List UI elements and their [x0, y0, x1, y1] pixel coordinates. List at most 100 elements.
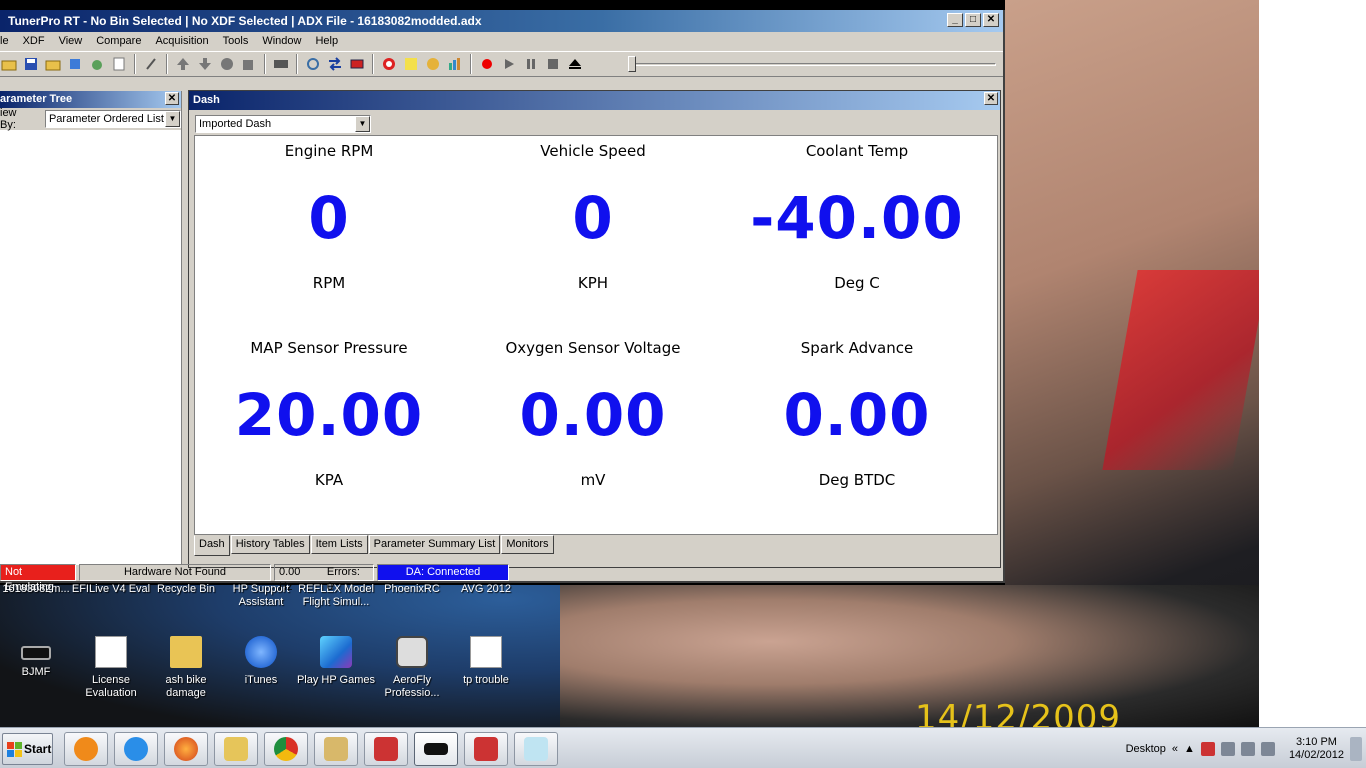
clock[interactable]: 3:10 PM 14/02/2012: [1289, 736, 1344, 762]
note-icon[interactable]: [402, 55, 420, 73]
save-icon[interactable]: [22, 55, 40, 73]
battery-icon[interactable]: [1240, 741, 1255, 756]
gauge-map-sensor-pressure: MAP Sensor Pressure 20.00 KPA: [197, 339, 461, 489]
play-icon[interactable]: [500, 55, 518, 73]
close-button[interactable]: ✕: [983, 13, 999, 27]
tab-dash[interactable]: Dash: [194, 535, 230, 556]
arrow-down-icon[interactable]: [196, 55, 214, 73]
menu-tools[interactable]: Tools: [216, 32, 256, 51]
view-by-select[interactable]: Parameter Ordered List ▼: [44, 110, 181, 128]
menu-acquisition[interactable]: Acquisition: [148, 32, 215, 51]
menu-help[interactable]: Help: [308, 32, 345, 51]
circle-icon[interactable]: [218, 55, 236, 73]
settings-icon[interactable]: [304, 55, 322, 73]
photo-viewer-icon[interactable]: [314, 732, 358, 766]
chevron-up-icon[interactable]: «: [1172, 743, 1178, 755]
tab-item-lists[interactable]: Item Lists: [310, 535, 368, 554]
desktop-icon-play-hp-games[interactable]: Play HP Games: [296, 636, 376, 687]
error-count: Errors: 0: [326, 565, 360, 593]
compare-icon[interactable]: [88, 55, 106, 73]
gauge-label: Coolant Temp: [805, 142, 909, 160]
tunerpro-icon[interactable]: [414, 732, 458, 766]
chart-icon[interactable]: [446, 55, 464, 73]
dashboard-icon[interactable]: [424, 55, 442, 73]
menu-xdf[interactable]: XDF: [16, 32, 52, 51]
chevron-down-icon[interactable]: ▼: [355, 116, 370, 132]
toolbox-icon[interactable]: [364, 732, 408, 766]
desktop-icon-aerofly[interactable]: AeroFly Professio...: [372, 636, 452, 700]
desktop-icon-itunes[interactable]: iTunes: [221, 636, 301, 687]
dash-selector[interactable]: Imported Dash ▼: [195, 115, 371, 133]
tab-history-tables[interactable]: History Tables: [230, 535, 310, 554]
show-hidden-icons-icon[interactable]: ▲: [1184, 743, 1195, 755]
window-title: TunerPro RT - No Bin Selected | No XDF S…: [8, 14, 482, 28]
desktop-icon-label[interactable]: AVG 2012: [446, 583, 526, 596]
desktop-toolbar-label[interactable]: Desktop: [1126, 743, 1166, 755]
document-icon: [95, 636, 127, 668]
toolbox2-icon[interactable]: [464, 732, 508, 766]
show-desktop-button[interactable]: [1350, 736, 1362, 761]
close-icon[interactable]: ✕: [165, 92, 179, 105]
chevron-down-icon[interactable]: ▼: [165, 111, 180, 127]
parameter-tree-panel: arameter Tree ✕ iew By: Parameter Ordere…: [0, 91, 182, 565]
action-center-icon[interactable]: [1200, 741, 1215, 756]
menu-view[interactable]: View: [52, 32, 90, 51]
gauge-icon[interactable]: [380, 55, 398, 73]
menu-file[interactable]: le: [0, 32, 16, 51]
media-player-icon[interactable]: [64, 732, 108, 766]
desktop-icon-license-evaluation[interactable]: License Evaluation: [71, 636, 151, 700]
desktop-icon-label[interactable]: PhoenixRC: [372, 583, 452, 596]
arrow-up-icon[interactable]: [174, 55, 192, 73]
desktop-icon-tp-trouble[interactable]: tp trouble: [446, 636, 526, 687]
hardware-icon[interactable]: [348, 55, 366, 73]
desktop-icon-ash-bike-damage[interactable]: ash bike damage: [146, 636, 226, 700]
dash-titlebar[interactable]: Dash ✕: [189, 91, 1000, 110]
emulator-icon[interactable]: [272, 55, 290, 73]
menu-compare[interactable]: Compare: [89, 32, 148, 51]
start-button[interactable]: Start: [2, 733, 53, 765]
dash-gauge-area: Engine RPM 0 RPM Vehicle Speed 0 KPH Coo…: [194, 135, 998, 535]
chrome-icon[interactable]: [264, 732, 308, 766]
games-icon: [320, 636, 352, 668]
eject-icon[interactable]: [566, 55, 584, 73]
wizard-icon[interactable]: [142, 55, 160, 73]
file-explorer-icon[interactable]: [214, 732, 258, 766]
new-document-icon[interactable]: [110, 55, 128, 73]
notes-icon[interactable]: [514, 732, 558, 766]
taskbar: Start Desktop « ▲ 3:10 PM 14/02/2012: [0, 727, 1366, 768]
record-icon[interactable]: [478, 55, 496, 73]
document-icon: [470, 636, 502, 668]
playback-slider-track[interactable]: [630, 63, 996, 66]
tab-parameter-summary-list[interactable]: Parameter Summary List: [368, 535, 501, 554]
desktop-icon-bjmf[interactable]: BJMF: [0, 636, 76, 679]
menu-window[interactable]: Window: [255, 32, 308, 51]
chip-icon: [21, 646, 51, 660]
minimize-button[interactable]: _: [947, 13, 963, 27]
gauge-label: Spark Advance: [800, 339, 914, 357]
gauge-unit: KPH: [577, 274, 609, 292]
network-icon[interactable]: [1220, 741, 1235, 756]
internet-explorer-icon[interactable]: [114, 732, 158, 766]
maximize-button[interactable]: □: [965, 13, 981, 27]
pause-icon[interactable]: [522, 55, 540, 73]
desktop-icon-label[interactable]: Recycle Bin: [146, 583, 226, 596]
tab-monitors[interactable]: Monitors: [501, 535, 554, 554]
swap-icon[interactable]: [326, 55, 344, 73]
playback-slider-thumb[interactable]: [628, 56, 636, 72]
emulation-status: Not Emulating: [0, 563, 76, 593]
copy-icon[interactable]: [240, 55, 258, 73]
gauge-spark-advance: Spark Advance 0.00 Deg BTDC: [725, 339, 989, 489]
stop-icon[interactable]: [544, 55, 562, 73]
firefox-icon[interactable]: [164, 732, 208, 766]
close-icon[interactable]: ✕: [984, 92, 998, 105]
tables-icon[interactable]: [66, 55, 84, 73]
desktop-icon-label[interactable]: EFILive V4 Eval: [71, 583, 151, 596]
folder-icon: [170, 636, 202, 668]
window-titlebar[interactable]: TunerPro RT - No Bin Selected | No XDF S…: [0, 10, 1003, 32]
open-folder-icon[interactable]: [44, 55, 62, 73]
dash-window: Dash ✕ Imported Dash ▼ Engine RPM 0 RPM …: [188, 90, 1001, 568]
open-icon[interactable]: [0, 55, 18, 73]
desktop-icon-label[interactable]: REFLEX Model Flight Simul...: [296, 583, 376, 609]
desktop-icon-label: BJMF: [21, 666, 51, 678]
volume-icon[interactable]: [1260, 741, 1275, 756]
